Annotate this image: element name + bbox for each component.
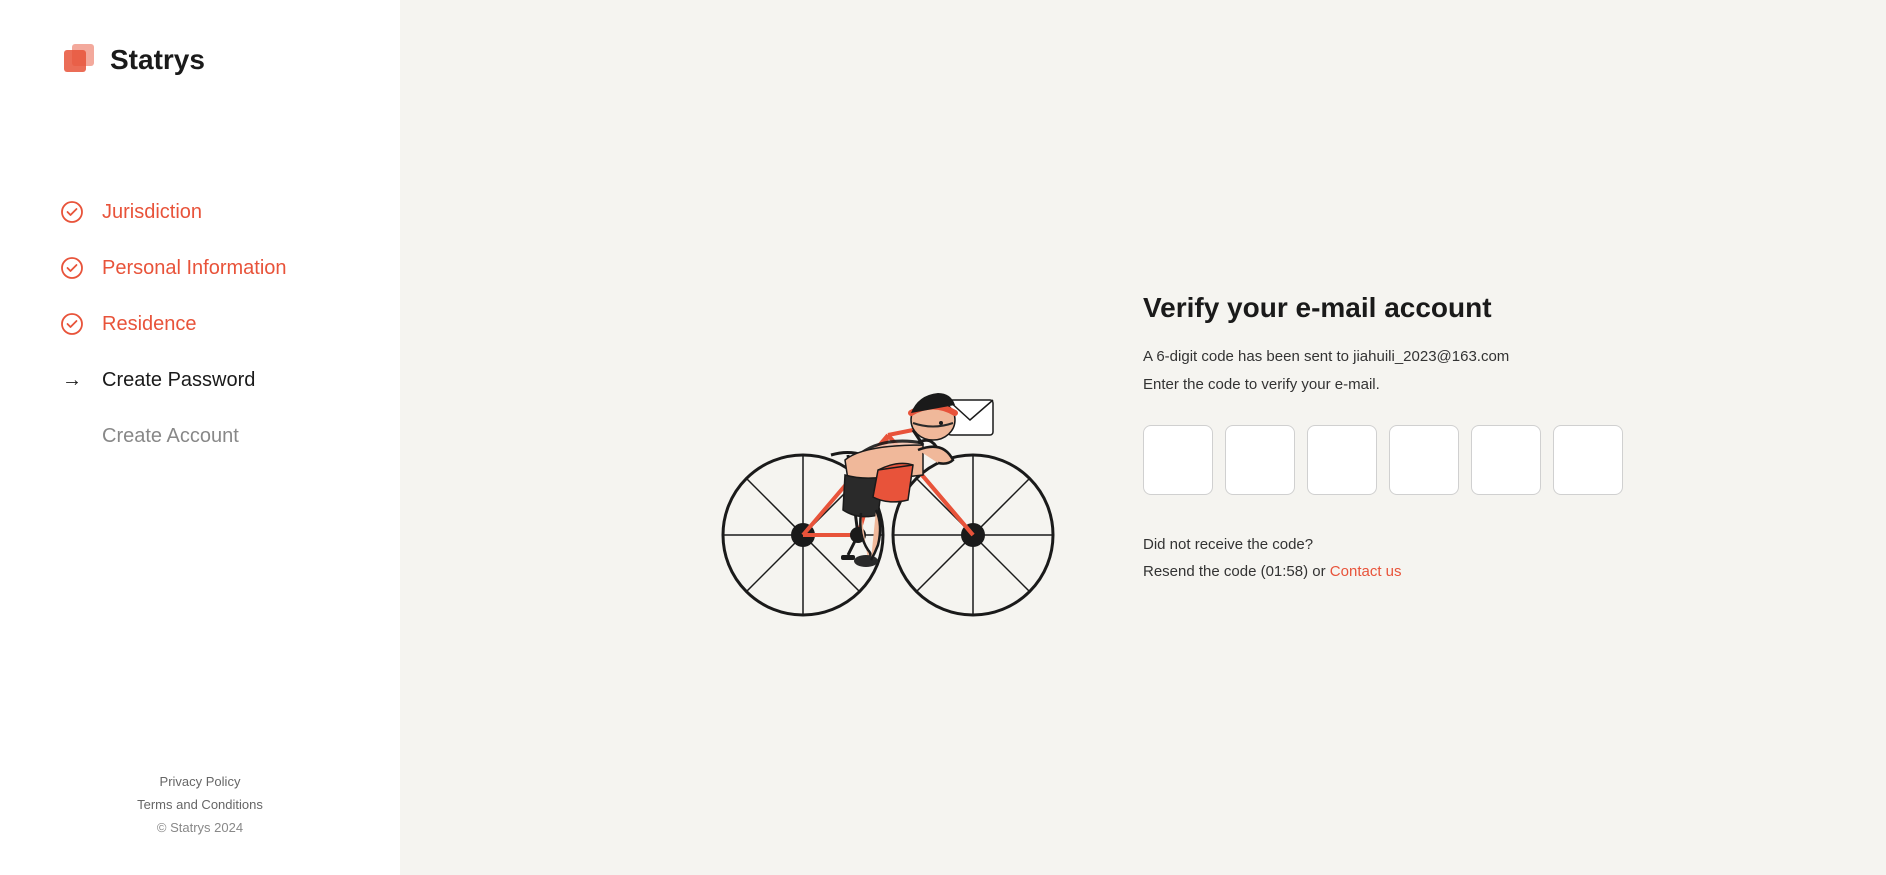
code-input-4[interactable] bbox=[1389, 425, 1459, 495]
sidebar-footer: Privacy Policy Terms and Conditions © St… bbox=[60, 734, 340, 835]
arrow-icon-password: → bbox=[60, 368, 84, 392]
placeholder-icon-account bbox=[60, 424, 84, 448]
step-label-personal: Personal Information bbox=[102, 257, 287, 280]
copyright: © Statrys 2024 bbox=[157, 820, 243, 835]
step-jurisdiction: Jurisdiction bbox=[60, 200, 340, 224]
code-inputs bbox=[1143, 425, 1603, 495]
verify-subtitle: A 6-digit code has been sent to jiahuili… bbox=[1143, 346, 1603, 369]
step-create-password: → Create Password bbox=[60, 368, 340, 392]
step-label-password: Create Password bbox=[102, 369, 255, 392]
code-input-2[interactable] bbox=[1225, 425, 1295, 495]
resend-text: Did not receive the code? bbox=[1143, 531, 1603, 558]
code-input-5[interactable] bbox=[1471, 425, 1541, 495]
resend-section: Did not receive the code? Resend the cod… bbox=[1143, 531, 1603, 585]
cyclist-illustration bbox=[683, 245, 1063, 625]
check-circle-icon-residence bbox=[60, 312, 84, 336]
verify-instruction: Enter the code to verify your e-mail. bbox=[1143, 376, 1603, 393]
content-wrapper: Verify your e-mail account A 6-digit cod… bbox=[543, 205, 1743, 670]
code-input-3[interactable] bbox=[1307, 425, 1377, 495]
contact-us-link[interactable]: Contact us bbox=[1330, 563, 1402, 580]
code-input-1[interactable] bbox=[1143, 425, 1213, 495]
step-label-residence: Residence bbox=[102, 313, 197, 336]
check-circle-icon-personal bbox=[60, 256, 84, 280]
verify-title: Verify your e-mail account bbox=[1143, 290, 1603, 326]
step-label-account: Create Account bbox=[102, 425, 239, 448]
illustration-area bbox=[683, 245, 1063, 630]
logo: Statrys bbox=[60, 40, 340, 80]
sidebar: Statrys Jurisdiction Personal Informatio… bbox=[0, 0, 400, 875]
check-circle-icon-jurisdiction bbox=[60, 200, 84, 224]
code-input-6[interactable] bbox=[1553, 425, 1623, 495]
verify-panel: Verify your e-mail account A 6-digit cod… bbox=[1143, 290, 1603, 586]
logo-icon bbox=[60, 40, 100, 80]
nav-steps: Jurisdiction Personal Information Reside… bbox=[60, 200, 340, 734]
step-create-account: Create Account bbox=[60, 424, 340, 448]
step-residence: Residence bbox=[60, 312, 340, 336]
terms-link[interactable]: Terms and Conditions bbox=[137, 797, 263, 812]
logo-text: Statrys bbox=[110, 44, 205, 76]
privacy-policy-link[interactable]: Privacy Policy bbox=[160, 774, 241, 789]
resend-row: Resend the code (01:58) or Contact us bbox=[1143, 558, 1603, 585]
main-content: Verify your e-mail account A 6-digit cod… bbox=[400, 0, 1886, 875]
step-label-jurisdiction: Jurisdiction bbox=[102, 201, 202, 224]
step-personal-information: Personal Information bbox=[60, 256, 340, 280]
resend-timer: Resend the code (01:58) or bbox=[1143, 563, 1326, 580]
